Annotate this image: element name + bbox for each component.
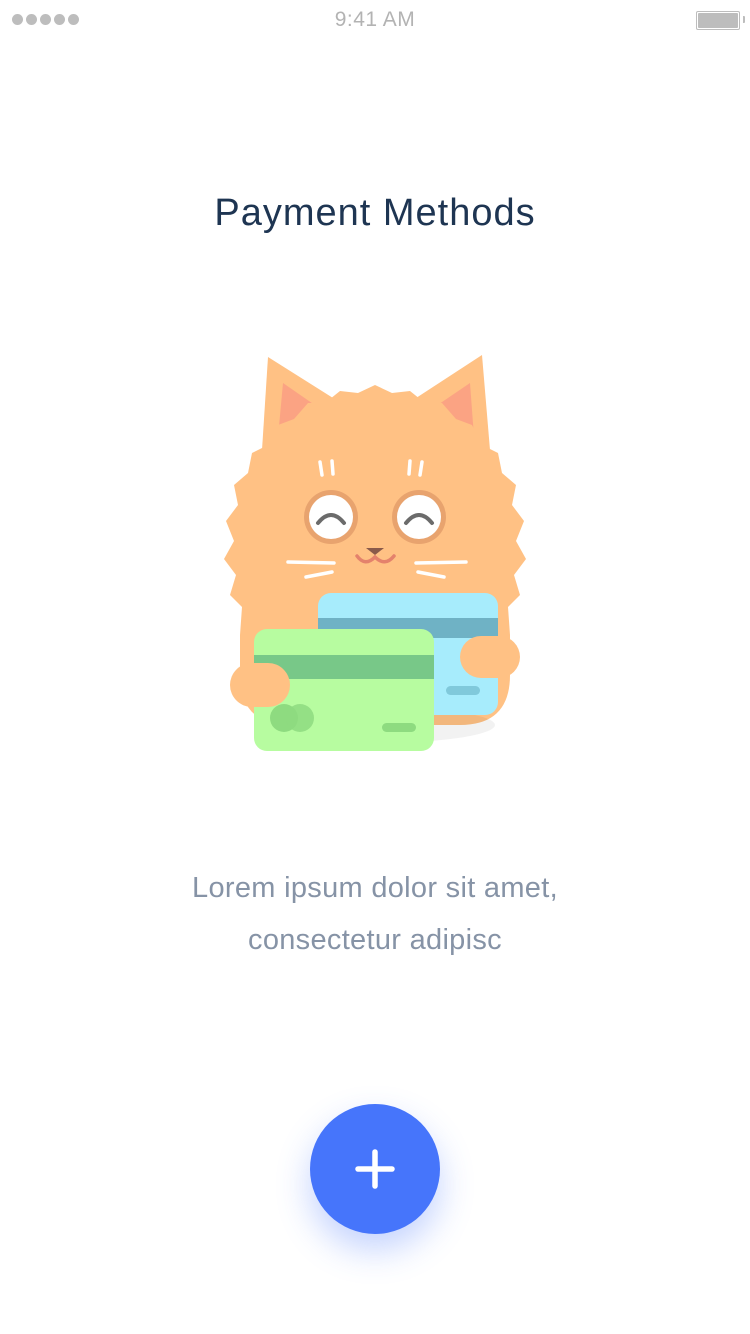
battery-icon <box>696 11 745 30</box>
add-payment-method-button[interactable] <box>310 1104 440 1234</box>
cat-holding-cards-icon <box>210 345 540 765</box>
description-line-1: Lorem ipsum dolor sit amet, <box>192 872 558 904</box>
page-title: Payment Methods <box>214 192 536 234</box>
description-text: Lorem ipsum dolor sit amet, consectetur … <box>0 862 750 966</box>
status-bar: 9:41 AM <box>0 0 750 40</box>
status-time: 9:41 AM <box>334 8 416 31</box>
description-line-2: consectetur adipisc <box>248 924 502 956</box>
plus-icon <box>355 1149 395 1189</box>
